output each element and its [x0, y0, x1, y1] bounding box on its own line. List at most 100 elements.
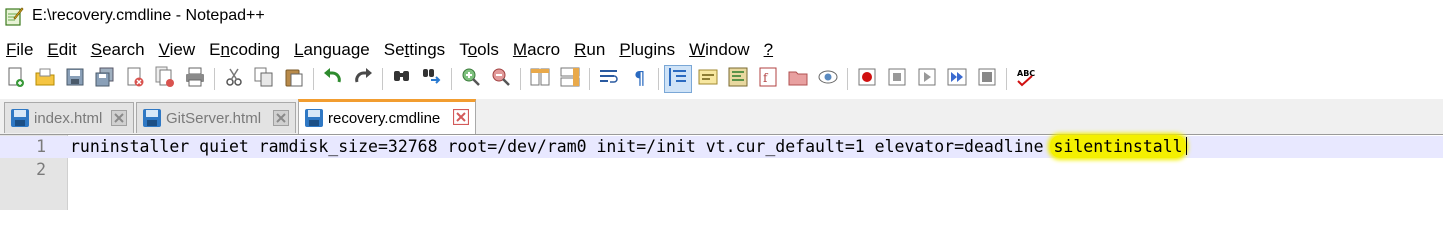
- close-tab-icon[interactable]: [453, 109, 469, 125]
- toolbar-separator: [382, 68, 383, 90]
- menu-label-part: iew: [169, 40, 196, 59]
- menu-label-part: dit: [58, 40, 77, 59]
- spellcheck-icon: ABC: [1015, 66, 1037, 93]
- find-icon: [391, 66, 413, 93]
- show-all-chars-button[interactable]: ¶: [626, 66, 652, 92]
- menu-item[interactable]: Plugins: [612, 40, 682, 60]
- monitoring-button[interactable]: [815, 66, 841, 92]
- menu-label-part: earch: [102, 40, 145, 59]
- editor[interactable]: 1 runinstaller quiet ramdisk_size=32768 …: [0, 135, 1443, 210]
- close-tab-icon[interactable]: [111, 110, 127, 126]
- save-all-button[interactable]: [92, 66, 118, 92]
- toolbar: ¶ f ABC: [0, 64, 1443, 94]
- menu-label-part: T: [459, 40, 468, 59]
- function-list-button[interactable]: f: [755, 66, 781, 92]
- toolbar-separator: [589, 68, 590, 90]
- menu-bar: File Edit Search View Encoding Language Settin…: [0, 38, 1443, 62]
- toolbar-separator: [451, 68, 452, 90]
- menu-item[interactable]: Search: [84, 40, 152, 60]
- undo-icon: [322, 66, 344, 93]
- folder-as-workspace-icon: [787, 66, 809, 93]
- word-wrap-button[interactable]: [596, 66, 622, 92]
- folder-as-workspace-button[interactable]: [785, 66, 811, 92]
- menu-label-part: acro: [527, 40, 561, 59]
- menu-label-part: indow: [705, 40, 750, 59]
- menu-item[interactable]: Window: [682, 40, 756, 60]
- show-all-chars-icon: ¶: [628, 66, 650, 93]
- toolbar-separator: [520, 68, 521, 90]
- replace-button[interactable]: [419, 66, 445, 92]
- toolbar-separator: [1006, 68, 1007, 90]
- record-macro-button[interactable]: [854, 66, 880, 92]
- run-multiple-button[interactable]: [944, 66, 970, 92]
- line-number: 2: [36, 160, 46, 179]
- tab-index-html[interactable]: index.html: [4, 102, 134, 133]
- zoom-in-button[interactable]: [458, 66, 484, 92]
- text-caret: [1185, 137, 1187, 155]
- copy-icon: [253, 66, 275, 93]
- user-language-button[interactable]: [695, 66, 721, 92]
- save-macro-button[interactable]: [974, 66, 1000, 92]
- playback-button[interactable]: [914, 66, 940, 92]
- highlighted-text: silentinstall: [1050, 135, 1186, 158]
- save-button[interactable]: [62, 66, 88, 92]
- redo-button[interactable]: [350, 66, 376, 92]
- undo-button[interactable]: [320, 66, 346, 92]
- menu-item[interactable]: Language: [287, 40, 377, 60]
- saved-file-icon: [11, 109, 29, 127]
- zoom-out-button[interactable]: [488, 66, 514, 92]
- toolbar-separator: [313, 68, 314, 90]
- menu-item[interactable]: File: [0, 40, 40, 60]
- close-tab-icon[interactable]: [273, 110, 289, 126]
- sync-vertical-button[interactable]: [527, 66, 553, 92]
- replace-icon: [421, 66, 443, 93]
- save-macro-icon: [976, 66, 998, 93]
- editor-line[interactable]: 2: [0, 159, 1443, 181]
- copy-button[interactable]: [251, 66, 277, 92]
- indent-guide-icon: [667, 66, 689, 93]
- cut-button[interactable]: [221, 66, 247, 92]
- menu-accelerator: V: [158, 40, 170, 59]
- record-macro-icon: [856, 66, 878, 93]
- menu-label-part: lugins: [630, 40, 676, 59]
- menu-item[interactable]: ?: [757, 40, 780, 60]
- menu-accelerator: R: [574, 40, 587, 59]
- toolbar-separator: [658, 68, 659, 90]
- close-all-button[interactable]: [152, 66, 178, 92]
- open-file-button[interactable]: [32, 66, 58, 92]
- stop-recording-button[interactable]: [884, 66, 910, 92]
- find-button[interactable]: [389, 66, 415, 92]
- menu-accelerator: ?: [763, 40, 774, 59]
- toolbar-separator: [214, 68, 215, 90]
- close-icon: [124, 66, 146, 93]
- new-file-button[interactable]: [2, 66, 28, 92]
- editor-line[interactable]: 1 runinstaller quiet ramdisk_size=32768 …: [0, 135, 1443, 158]
- print-button[interactable]: [182, 66, 208, 92]
- zoom-in-icon: [460, 66, 482, 93]
- run-multiple-icon: [946, 66, 968, 93]
- stop-recording-icon: [886, 66, 908, 93]
- title-bar: E:\recovery.cmdline - Notepad++: [0, 0, 1443, 34]
- menu-item[interactable]: Edit: [40, 40, 83, 60]
- document-map-button[interactable]: [725, 66, 751, 92]
- close-button[interactable]: [122, 66, 148, 92]
- indent-guide-button[interactable]: [664, 65, 692, 93]
- open-file-icon: [34, 66, 56, 93]
- menu-item[interactable]: Macro: [506, 40, 567, 60]
- spellcheck-button[interactable]: ABC: [1013, 66, 1039, 92]
- menu-item[interactable]: Settings: [377, 40, 452, 60]
- monitoring-icon: [817, 66, 839, 93]
- menu-item[interactable]: View: [152, 40, 203, 60]
- menu-item[interactable]: Tools: [452, 40, 506, 60]
- sync-horizontal-button[interactable]: [557, 66, 583, 92]
- window-title: E:\recovery.cmdline - Notepad++: [32, 7, 265, 24]
- paste-button[interactable]: [281, 66, 307, 92]
- close-all-icon: [154, 66, 176, 93]
- menu-label-part: Se: [383, 40, 405, 59]
- tab-recovery-cmdline[interactable]: recovery.cmdline: [298, 99, 476, 134]
- tab-gitserver-html[interactable]: GitServer.html: [136, 102, 296, 133]
- saved-file-icon: [143, 109, 161, 127]
- menu-item[interactable]: Encoding: [202, 40, 287, 60]
- line-text[interactable]: runinstaller quiet ramdisk_size=32768 ro…: [70, 135, 1187, 158]
- menu-item[interactable]: Run: [567, 40, 612, 60]
